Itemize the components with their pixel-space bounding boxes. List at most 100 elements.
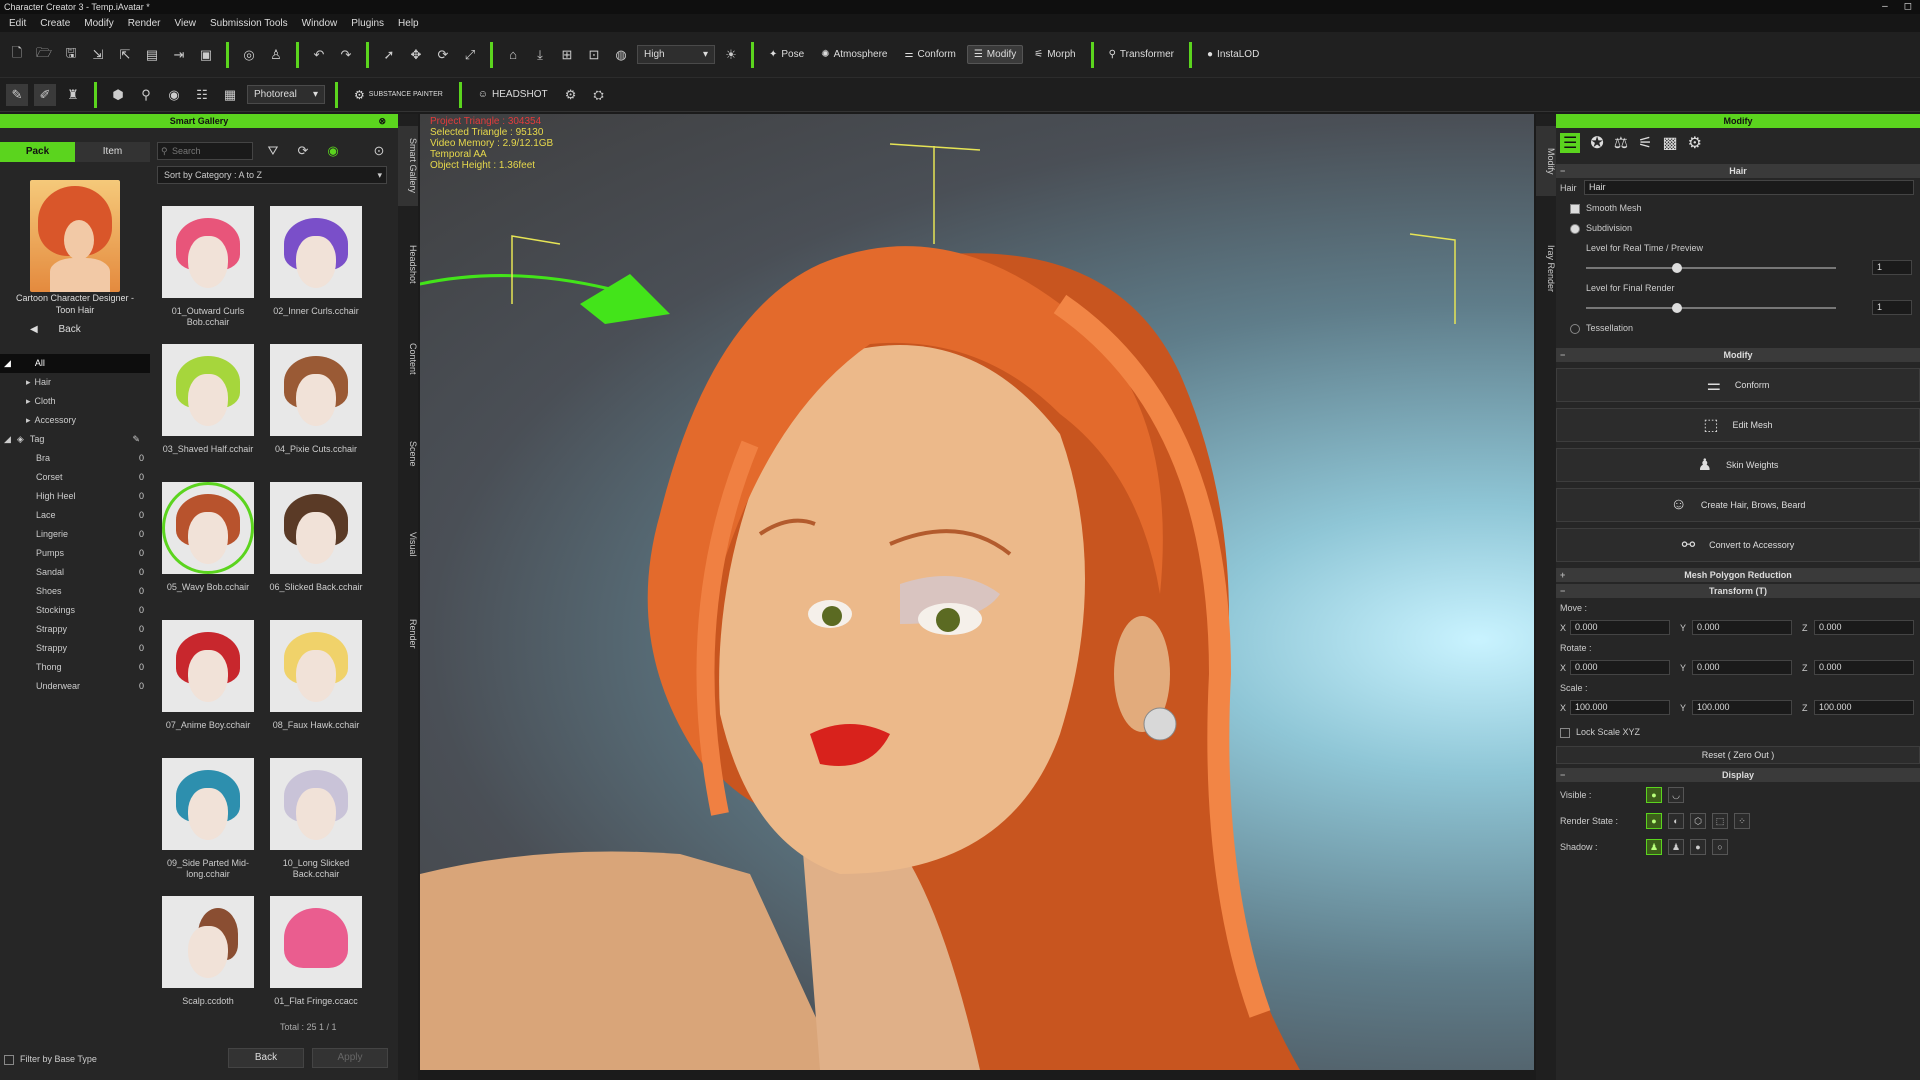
shadow-self-icon[interactable]: ● xyxy=(1690,839,1706,855)
tree-item-tag-child[interactable]: Strappy 0 xyxy=(0,620,150,639)
sliders-icon[interactable]: ☰ xyxy=(1560,133,1581,153)
tree-item-all[interactable]: ◢ All xyxy=(0,354,150,373)
slider-knob[interactable] xyxy=(1672,263,1682,273)
document-icon[interactable]: ▤ xyxy=(141,44,163,66)
visible-off-icon[interactable]: ◡ xyxy=(1668,787,1684,803)
tree-item-tag-child[interactable]: Corset 0 xyxy=(0,468,150,487)
tree-item-tag-child[interactable]: Lingerie 0 xyxy=(0,525,150,544)
gallery-item[interactable]: 07_Anime Boy.cchair xyxy=(158,620,258,758)
substance-painter-button[interactable]: ⚙ SUBSTANCE PAINTER xyxy=(348,85,449,105)
side-tab-headshot[interactable]: Headshot xyxy=(398,224,418,304)
edit-pencil-icon[interactable]: ✎ xyxy=(132,430,140,449)
pack-back-button[interactable]: ◀ Back xyxy=(30,324,81,335)
move-x-field[interactable]: 0.000 xyxy=(1570,620,1670,635)
visible-on-icon[interactable]: ● xyxy=(1646,787,1662,803)
gallery-item[interactable]: 01_Outward Curls Bob.cchair xyxy=(158,206,258,344)
side-tab-render[interactable]: Render xyxy=(398,594,418,674)
sort-select[interactable]: Sort by Category : A to Z ▾ xyxy=(157,166,387,184)
gear-icon[interactable]: ⚙ xyxy=(1688,133,1702,153)
section-display[interactable]: − Display xyxy=(1556,768,1920,782)
menu-window[interactable]: Window xyxy=(295,18,345,29)
headshot-settings-icon[interactable]: ⚙ xyxy=(560,84,582,106)
tree-item-tag-child[interactable]: Pumps 0 xyxy=(0,544,150,563)
gallery-item[interactable]: 10_Long Slicked Back.cchair xyxy=(266,758,366,896)
scale-x-field[interactable]: 100.000 xyxy=(1570,700,1670,715)
reset-zero-out-button[interactable]: Reset ( Zero Out ) xyxy=(1556,746,1920,764)
settings-list-icon[interactable]: ☷ xyxy=(191,84,213,106)
rotate-icon[interactable]: ⟳ xyxy=(432,44,454,66)
adjust-icon[interactable]: ⚖ xyxy=(1614,133,1628,153)
create-hair-button[interactable]: ☺ Create Hair, Brows, Beard xyxy=(1556,488,1920,522)
level-realtime-value[interactable]: 1 xyxy=(1872,260,1912,275)
conform-button[interactable]: ⚌ Conform xyxy=(899,46,962,63)
gallery-item[interactable]: 01_Flat Fringe.ccacc xyxy=(266,896,366,1034)
move-y-field[interactable]: 0.000 xyxy=(1692,620,1792,635)
menu-plugins[interactable]: Plugins xyxy=(344,18,391,29)
level-realtime-slider[interactable] xyxy=(1586,263,1836,273)
marketplace-icon[interactable]: ◉ xyxy=(322,140,344,162)
fit-down-icon[interactable]: ⤓ xyxy=(529,44,551,66)
level-final-slider[interactable] xyxy=(1586,303,1836,313)
section-transform[interactable]: − Transform (T) xyxy=(1556,584,1920,598)
scale-y-field[interactable]: 100.000 xyxy=(1692,700,1792,715)
quality-select[interactable]: High ▾ xyxy=(637,45,715,64)
checkbox-checked[interactable] xyxy=(1570,203,1580,214)
sculpt-icon[interactable]: ⛭ xyxy=(588,84,610,106)
render-solid-icon[interactable]: ● xyxy=(1646,813,1662,829)
smooth-mesh-row[interactable]: Smooth Mesh xyxy=(1556,198,1920,218)
gallery-item[interactable]: Scalp.ccdoth xyxy=(158,896,258,1034)
menu-view[interactable]: View xyxy=(168,18,204,29)
gallery-item[interactable]: 04_Pixie Cuts.cchair xyxy=(266,344,366,482)
refresh-icon[interactable]: ⟳ xyxy=(292,140,314,162)
tessellation-row[interactable]: Tessellation xyxy=(1556,318,1920,338)
layout-icon[interactable]: ▣ xyxy=(195,44,217,66)
menu-edit[interactable]: Edit xyxy=(2,18,33,29)
menu-render[interactable]: Render xyxy=(121,18,168,29)
side-tab-modify[interactable]: Modify xyxy=(1536,126,1556,196)
home-icon[interactable]: ⌂ xyxy=(502,44,524,66)
tree-item-tag-child[interactable]: Strappy 0 xyxy=(0,639,150,658)
side-tab-visual[interactable]: Visual xyxy=(398,504,418,584)
move-z-field[interactable]: 0.000 xyxy=(1814,620,1914,635)
slider-knob[interactable] xyxy=(1672,303,1682,313)
menu-help[interactable]: Help xyxy=(391,18,426,29)
tree-item-cloth[interactable]: ▸ Cloth xyxy=(0,392,150,411)
checkbox[interactable] xyxy=(1560,727,1570,738)
export-icon[interactable]: ⇱ xyxy=(114,44,136,66)
shadow-cast-icon[interactable]: ♟ xyxy=(1646,839,1662,855)
inspect-icon[interactable]: ⚲ xyxy=(135,84,157,106)
brush-tool-icon[interactable]: ✐ xyxy=(34,83,56,106)
gallery-item[interactable]: 02_Inner Curls.cchair xyxy=(266,206,366,344)
move-icon[interactable]: ✥ xyxy=(405,44,427,66)
render-mode-select[interactable]: Photoreal ▾ xyxy=(247,85,325,104)
shadow-receive-icon[interactable]: ♟ xyxy=(1668,839,1684,855)
tree-item-tag-child[interactable]: Thong 0 xyxy=(0,658,150,677)
instalod-button[interactable]: ● InstaLOD xyxy=(1201,46,1265,63)
morph-button[interactable]: ⚟ Morph xyxy=(1028,46,1081,63)
back-button[interactable]: Back xyxy=(228,1048,304,1068)
rotate-y-field[interactable]: 0.000 xyxy=(1692,660,1792,675)
tab-item[interactable]: Item xyxy=(75,142,150,162)
transformer-button[interactable]: ⚲ Transformer xyxy=(1103,46,1180,63)
side-tab-smart-gallery[interactable]: Smart Gallery xyxy=(398,126,418,206)
tree-item-tag-child[interactable]: Shoes 0 xyxy=(0,582,150,601)
import-icon[interactable]: ⇲ xyxy=(87,44,109,66)
figure-icon[interactable]: ♙ xyxy=(265,44,287,66)
level-final-value[interactable]: 1 xyxy=(1872,300,1912,315)
gallery-item[interactable]: 06_Slicked Back.cchair xyxy=(266,482,366,620)
render-dots-icon[interactable]: ⁘ xyxy=(1734,813,1750,829)
camera-target-icon[interactable]: ◎ xyxy=(238,44,260,66)
skin-weights-button[interactable]: ♟ Skin Weights xyxy=(1556,448,1920,482)
radio-unselected[interactable] xyxy=(1570,323,1580,334)
hair-tool-icon[interactable]: ✎ xyxy=(6,83,28,106)
section-modify[interactable]: − Modify xyxy=(1556,348,1920,362)
save-icon[interactable]: 🖫 xyxy=(60,44,82,66)
modify-button[interactable]: ☰ Modify xyxy=(966,45,1024,64)
undo-icon[interactable]: ↶ xyxy=(308,44,330,66)
restore-button[interactable]: ◻ xyxy=(1904,0,1912,14)
light-icon[interactable]: ☀ xyxy=(720,44,742,66)
side-tab-content[interactable]: Content xyxy=(398,319,418,399)
close-icon[interactable]: ⊗ xyxy=(378,114,386,128)
section-mesh-polygon-reduction[interactable]: + Mesh Polygon Reduction xyxy=(1556,568,1920,582)
radio-selected[interactable] xyxy=(1570,223,1580,234)
